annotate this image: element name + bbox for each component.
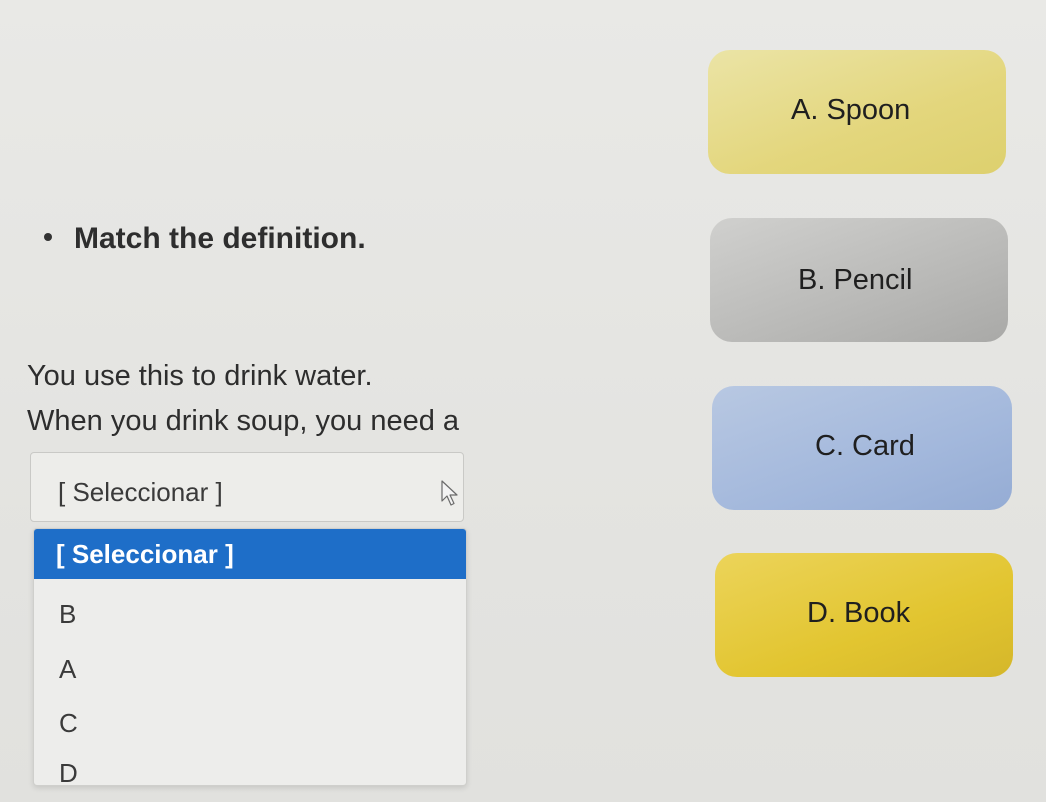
dropdown-option-placeholder[interactable]: [ Seleccionar ] — [34, 529, 466, 579]
select-value: [ Seleccionar ] — [58, 477, 223, 507]
question-2: When you drink soup, you need a — [27, 405, 460, 437]
dropdown-option-b[interactable]: B — [34, 599, 466, 630]
answer-card-b: B. Pencil — [710, 218, 1008, 342]
instruction: Match the deﬁnition. — [44, 222, 366, 256]
answer-card-d: D. Book — [715, 553, 1013, 677]
answer-select[interactable]: [ Seleccionar ] — [30, 452, 464, 522]
question-1: You use this to drink water. — [27, 360, 373, 392]
bullet-icon — [44, 233, 52, 242]
select-dropdown-list: [ Seleccionar ] B A C D — [33, 528, 467, 786]
mouse-pointer-icon — [441, 480, 458, 506]
card-a-label: A. Spoon — [791, 94, 911, 126]
dropdown-option-c[interactable]: C — [34, 708, 466, 739]
answer-card-c: C. Card — [712, 386, 1012, 510]
quiz-page: Match the deﬁnition. You use this to dri… — [0, 0, 1046, 802]
card-b-label: B. Pencil — [798, 264, 913, 296]
dropdown-option-d[interactable]: D — [34, 758, 466, 785]
instruction-text: Match the deﬁnition. — [74, 222, 366, 255]
dropdown-option-a[interactable]: A — [34, 654, 466, 685]
answer-card-a: A. Spoon — [708, 50, 1006, 174]
card-d-label: D. Book — [807, 597, 911, 629]
card-c-label: C. Card — [815, 430, 915, 462]
